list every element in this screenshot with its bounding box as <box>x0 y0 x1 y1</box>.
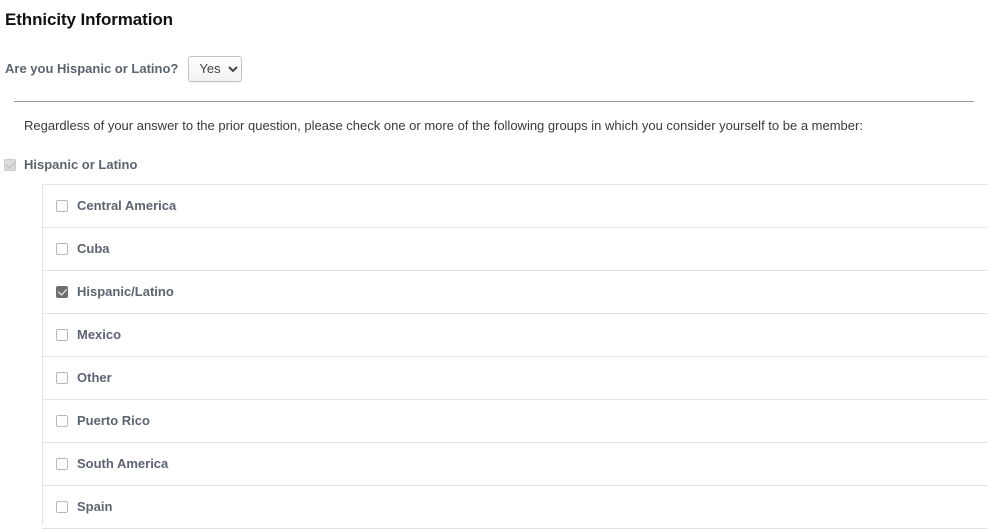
table-row[interactable]: Central America <box>42 184 987 228</box>
table-row[interactable]: Mexico <box>42 313 987 357</box>
subgroup-row-inner: Mexico <box>56 327 987 343</box>
subgroup-cell: Central America <box>42 184 987 228</box>
subgroup-row-inner: Other <box>56 370 987 386</box>
subgroup-row-inner: Central America <box>56 198 987 214</box>
subgroup-row-inner: Cuba <box>56 241 987 257</box>
subgroup-label: Other <box>77 370 112 385</box>
subgroup-label: Hispanic/Latino <box>77 284 174 299</box>
hispanic-question-label: Are you Hispanic or Latino? <box>5 61 179 76</box>
subgroup-checkbox[interactable] <box>56 286 68 298</box>
subgroup-checkbox[interactable] <box>56 372 68 384</box>
table-row[interactable]: Spain <box>42 485 987 529</box>
section-divider <box>14 101 974 102</box>
subgroup-cell: Mexico <box>42 313 987 357</box>
subgroup-row-inner: Puerto Rico <box>56 413 987 429</box>
subgroup-cell: Cuba <box>42 227 987 271</box>
table-row[interactable]: Hispanic/Latino <box>42 270 987 314</box>
subgroup-checkbox[interactable] <box>56 458 68 470</box>
instruction-text: Regardless of your answer to the prior q… <box>24 118 863 133</box>
group-row-hispanic-or-latino: Hispanic or Latino <box>4 157 137 173</box>
subgroup-cell: Hispanic/Latino <box>42 270 987 314</box>
page-title: Ethnicity Information <box>5 10 173 29</box>
subgroup-checkbox[interactable] <box>56 501 68 513</box>
subgroup-table: Central America Cuba Hispanic/Latino Mexico… <box>42 184 987 529</box>
hispanic-or-latino-select[interactable]: Yes <box>188 56 243 82</box>
subgroup-row-inner: Spain <box>56 499 987 515</box>
table-row[interactable]: Other <box>42 356 987 400</box>
subgroup-cell: Puerto Rico <box>42 399 987 443</box>
table-row[interactable]: South America <box>42 442 987 486</box>
subgroup-cell: Spain <box>42 485 987 529</box>
subgroup-label: Mexico <box>77 327 122 342</box>
subgroup-cell: South America <box>42 442 987 486</box>
subgroup-label: Spain <box>77 499 113 514</box>
table-row[interactable]: Cuba <box>42 227 987 271</box>
subgroup-checkbox[interactable] <box>56 200 68 212</box>
hispanic-or-latino-group-label: Hispanic or Latino <box>24 157 138 172</box>
subgroup-checkbox[interactable] <box>56 415 68 427</box>
subgroup-label: Puerto Rico <box>77 413 150 428</box>
subgroup-label: Central America <box>77 198 177 213</box>
subgroup-label: Cuba <box>77 241 110 256</box>
subgroup-label: South America <box>77 456 169 471</box>
subgroup-checkbox[interactable] <box>56 243 68 255</box>
subgroup-row-inner: South America <box>56 456 987 472</box>
subgroup-row-inner: Hispanic/Latino <box>56 284 987 300</box>
ethnicity-information-form: Ethnicity Information Are you Hispanic o… <box>0 0 987 529</box>
hispanic-or-latino-checkbox <box>4 159 16 171</box>
table-row[interactable]: Puerto Rico <box>42 399 987 443</box>
subgroup-checkbox[interactable] <box>56 329 68 341</box>
subgroup-cell: Other <box>42 356 987 400</box>
hispanic-question-row: Are you Hispanic or Latino? Yes <box>5 56 243 82</box>
